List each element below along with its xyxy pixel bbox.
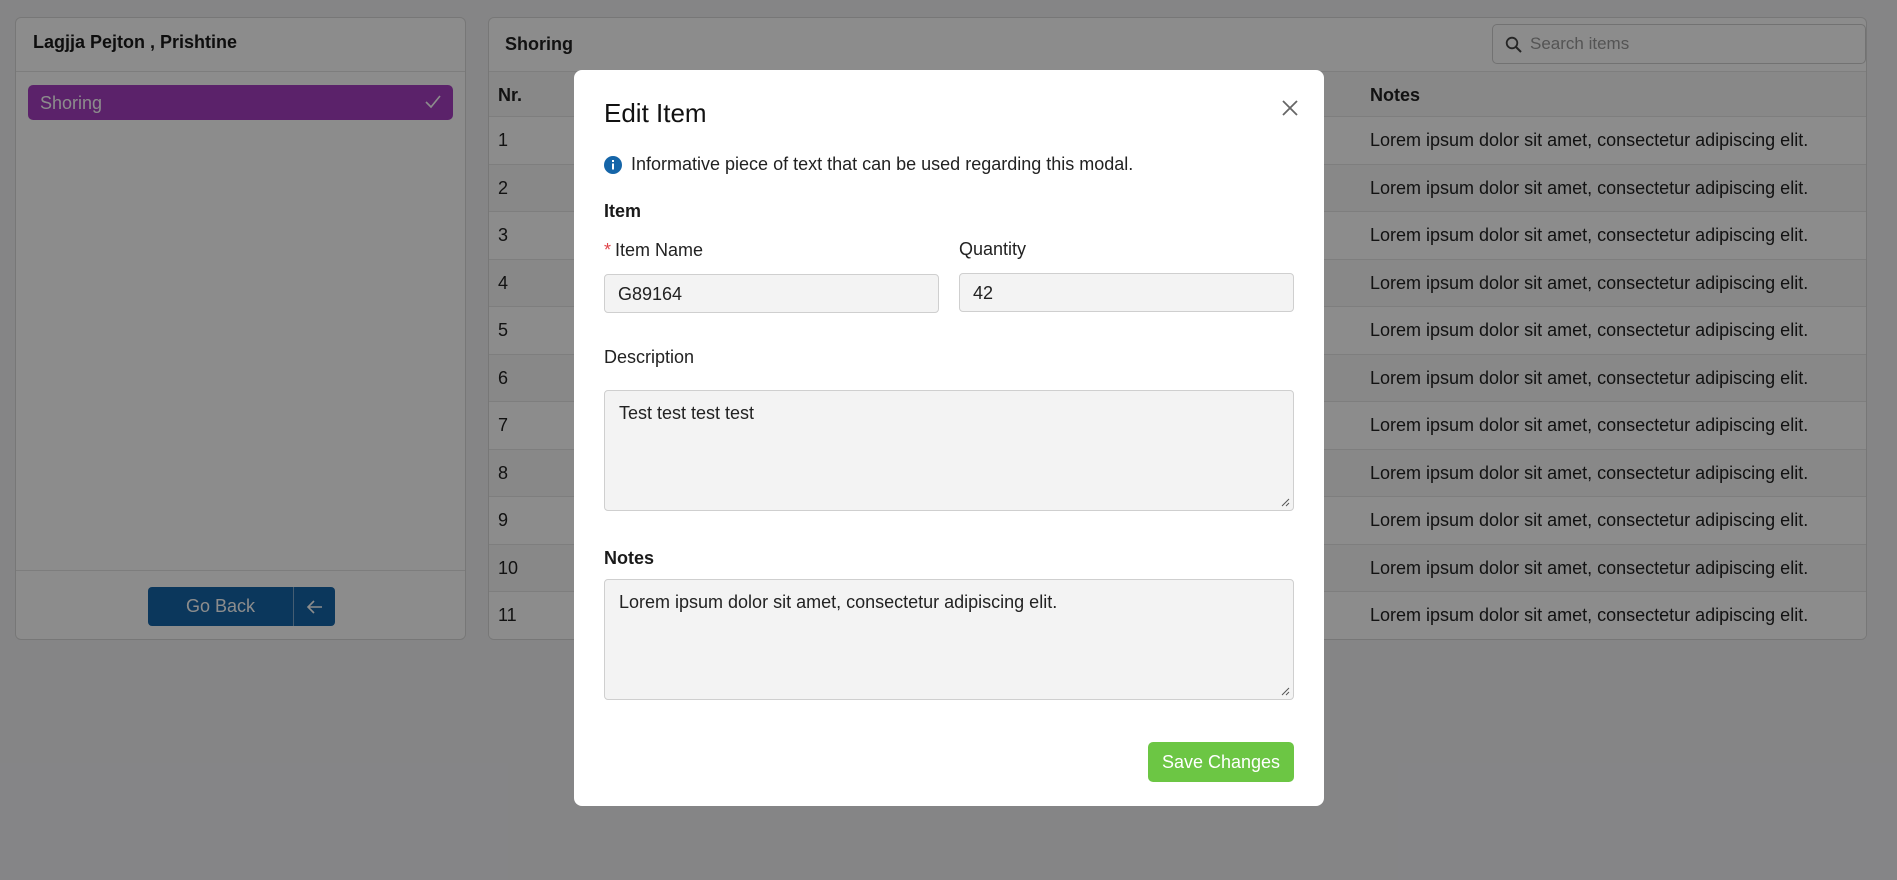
close-icon[interactable]: [1277, 95, 1303, 121]
notes-text: Lorem ipsum dolor sit amet, consectetur …: [619, 592, 1058, 612]
item-section-label: Item: [604, 201, 642, 221]
notes-field[interactable]: Lorem ipsum dolor sit amet, consectetur …: [604, 579, 1294, 700]
item-name-label: * Item Name: [604, 240, 703, 261]
info-text: Informative piece of text that can be us…: [631, 154, 1134, 174]
modal-title: Edit Item: [604, 98, 707, 128]
description-text: Test test test test: [619, 403, 755, 423]
item-name-label-text: Item Name: [615, 240, 704, 260]
quantity-field[interactable]: 42: [959, 273, 1294, 312]
notes-label: Notes: [604, 548, 655, 568]
resize-handle-icon[interactable]: [1281, 498, 1290, 507]
save-changes-button[interactable]: Save Changes: [1148, 742, 1294, 782]
description-field[interactable]: Test test test test: [604, 390, 1294, 511]
info-icon: [604, 155, 622, 174]
quantity-label: Quantity: [959, 239, 1027, 259]
description-label: Description: [604, 347, 695, 367]
info-message: Informative piece of text that can be us…: [604, 154, 1133, 175]
item-name-field[interactable]: G89164: [604, 274, 939, 313]
resize-handle-icon[interactable]: [1281, 687, 1290, 696]
required-marker: *: [604, 240, 612, 260]
edit-item-modal: Edit Item Informative piece of text that…: [574, 70, 1324, 806]
